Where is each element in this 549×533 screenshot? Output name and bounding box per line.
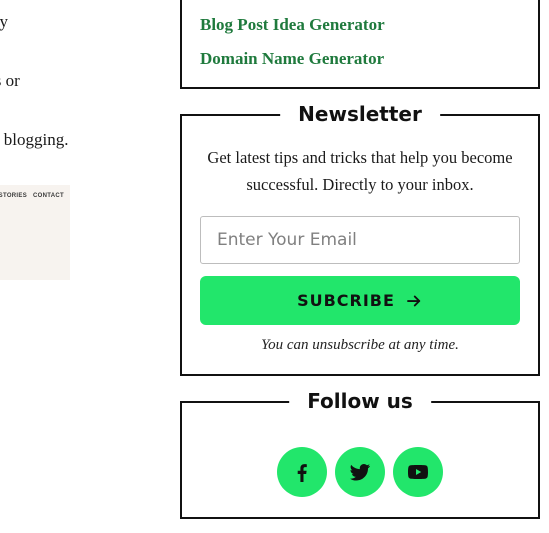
newsletter-description: Get latest tips and tricks that help you…	[200, 144, 520, 198]
facebook-icon	[290, 460, 314, 484]
unsubscribe-note: You can unsubscribe at any time.	[200, 337, 520, 354]
facebook-button[interactable]	[277, 447, 327, 497]
tool-link-blog-idea[interactable]: Blog Post Idea Generator	[200, 15, 520, 35]
youtube-icon	[406, 460, 430, 484]
email-input[interactable]	[200, 216, 520, 264]
subscribe-button[interactable]: SUBCRIBE	[200, 276, 520, 325]
youtube-button[interactable]	[393, 447, 443, 497]
star-icon: ★	[0, 232, 64, 244]
article-fragment: person who ably precisely sive way to ev…	[0, 0, 170, 533]
twitter-icon	[348, 460, 372, 484]
article-paragraph: person who ably precisely	[0, 8, 170, 37]
arrow-right-icon	[405, 292, 423, 310]
tools-widget: Blog Post Idea Generator Domain Name Gen…	[180, 0, 540, 89]
thumbnail-preview: STORIES CONTACT hom ght ts ★	[0, 185, 70, 280]
social-row	[200, 447, 520, 497]
sidebar: Blog Post Idea Generator Domain Name Gen…	[180, 0, 540, 533]
widget-title: Follow us	[289, 389, 431, 413]
tool-link-domain-name[interactable]: Domain Name Generator	[200, 49, 520, 69]
thumb-nav-item: CONTACT	[33, 193, 64, 199]
twitter-button[interactable]	[335, 447, 385, 497]
article-paragraph: sive way to even big ucts or	[0, 67, 170, 96]
widget-title: Newsletter	[280, 102, 440, 126]
follow-widget: Follow us	[180, 401, 540, 519]
newsletter-widget: Newsletter Get latest tips and tricks th…	[180, 114, 540, 376]
article-paragraph: erate a inch Of business, blogging.	[0, 126, 170, 155]
thumb-nav-item: STORIES	[0, 193, 27, 199]
